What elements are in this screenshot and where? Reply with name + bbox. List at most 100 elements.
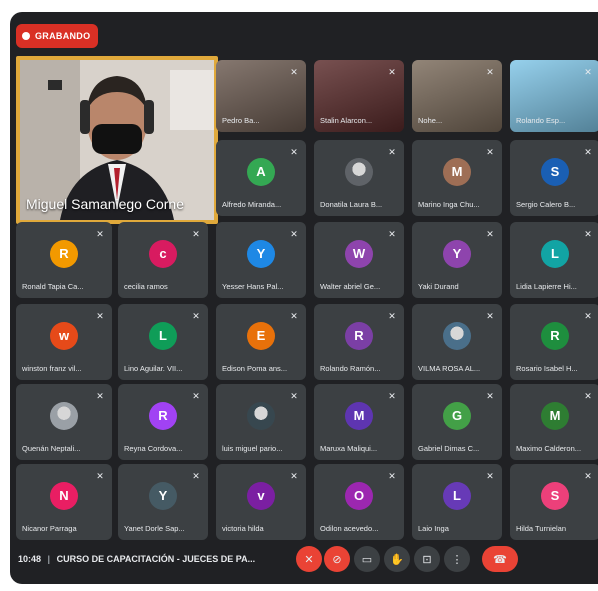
participant-tile[interactable]: ✕ luis miguel pario... <box>216 384 306 460</box>
end-call-icon: ☎ <box>493 553 507 566</box>
participant-video-tile[interactable]: ✕ Nohe... <box>412 60 502 132</box>
participant-name: VILMA ROSA AL... <box>418 364 481 373</box>
mic-muted-icon: ✕ <box>192 471 200 481</box>
participant-name: Gabriel Dimas C... <box>418 444 480 453</box>
participant-name: Lidia Lapierre Hi... <box>516 282 577 291</box>
mic-muted-icon: ✕ <box>290 229 298 239</box>
participant-avatar: A <box>247 157 275 186</box>
mic-muted-icon: ✕ <box>486 67 494 77</box>
participant-name: Rosario Isabel H... <box>516 364 578 373</box>
participant-tile[interactable]: ✕ L Lidia Lapierre Hi... <box>510 222 598 298</box>
participant-name: Quenán Neptali... <box>22 444 81 453</box>
participant-name: Walter abriel Ge... <box>320 282 381 291</box>
participant-avatar: S <box>541 481 569 510</box>
more-options-button[interactable]: ⋮ <box>444 546 470 572</box>
mic-muted-icon: ✕ <box>486 471 494 481</box>
participant-tile[interactable]: ✕ M Marino Inga Chu... <box>412 140 502 216</box>
participant-name: Yaki Durand <box>418 282 459 291</box>
participant-avatar: S <box>541 157 569 186</box>
mic-muted-icon: ✕ <box>192 311 200 321</box>
participant-name: winston franz vil... <box>22 364 82 373</box>
participant-tile[interactable]: ✕ w winston franz vil... <box>16 304 112 380</box>
mic-muted-icon: ✕ <box>388 471 396 481</box>
participant-tile[interactable]: ✕ Donatila Laura B... <box>314 140 404 216</box>
participant-avatar: R <box>345 321 373 350</box>
mic-muted-icon: ✕ <box>584 67 592 77</box>
mic-off-button[interactable]: ✕ <box>296 546 322 572</box>
mic-muted-icon: ✕ <box>388 391 396 401</box>
participant-tile[interactable]: ✕ c cecilia ramos <box>118 222 208 298</box>
participant-name: Maximo Calderon... <box>516 444 582 453</box>
mic-muted-icon: ✕ <box>486 229 494 239</box>
participant-avatar: L <box>443 481 471 510</box>
participant-avatar: N <box>50 481 78 510</box>
featured-speaker-tile[interactable]: Miguel Samaniego Corne <box>16 56 218 224</box>
captions-button[interactable]: ▭ <box>354 546 380 572</box>
participant-tile[interactable]: ✕ M Maruxa Maliqui... <box>314 384 404 460</box>
participant-photo <box>247 401 275 430</box>
participant-name: Yesser Hans Pal... <box>222 282 284 291</box>
participant-tile[interactable]: ✕ R Rosario Isabel H... <box>510 304 598 380</box>
participant-tile[interactable]: ✕ M Maximo Calderon... <box>510 384 598 460</box>
participant-avatar: R <box>50 239 78 268</box>
participant-tile[interactable]: ✕ E Edison Poma ans... <box>216 304 306 380</box>
mic-muted-icon: ✕ <box>192 391 200 401</box>
participant-avatar: M <box>345 401 373 430</box>
participant-video-tile[interactable]: ✕ Pedro Ba... <box>216 60 306 132</box>
mic-muted-icon: ✕ <box>388 311 396 321</box>
mic-muted-icon: ✕ <box>388 147 396 157</box>
participant-tile[interactable]: ✕ L Lino Aguilar. VII... <box>118 304 208 380</box>
participant-name: Rolando Ramón... <box>320 364 381 373</box>
participant-avatar: L <box>149 321 177 350</box>
meeting-info: 10:48 | CURSO DE CAPACITACIÓN - JUECES D… <box>18 554 255 564</box>
mic-muted-icon: ✕ <box>290 471 298 481</box>
camera-off-button[interactable]: ⊘ <box>324 546 350 572</box>
participant-tile[interactable]: ✕ Y Yaki Durand <box>412 222 502 298</box>
participant-tile[interactable]: ✕ VILMA ROSA AL... <box>412 304 502 380</box>
raise-hand-button[interactable]: ✋ <box>384 546 410 572</box>
present-icon: ⊡ <box>422 553 432 566</box>
present-button[interactable]: ⊡ <box>414 546 440 572</box>
mic-muted-icon: ✕ <box>584 147 592 157</box>
participant-avatar: E <box>247 321 275 350</box>
meet-window: GRABANDO Miguel Samaniego Corne ✕ Pedro B… <box>10 12 598 584</box>
mic-muted-icon: ✕ <box>96 311 104 321</box>
participant-tile[interactable]: ✕ A Alfredo Miranda... <box>216 140 306 216</box>
mic-muted-icon: ✕ <box>584 471 592 481</box>
participant-photo <box>50 401 78 430</box>
participant-tile[interactable]: ✕ W Walter abriel Ge... <box>314 222 404 298</box>
participant-name: Maruxa Maliqui... <box>320 444 378 453</box>
participant-tile[interactable]: ✕ L Laio Inga <box>412 464 502 540</box>
participant-tile[interactable]: ✕ S Sergio Calero B... <box>510 140 598 216</box>
participant-video-tile[interactable]: ✕ Rolando Esp... <box>510 60 598 132</box>
mic-muted-icon: ✕ <box>486 147 494 157</box>
participant-tile[interactable]: ✕ O Odilon acevedo... <box>314 464 404 540</box>
participant-video-tile[interactable]: ✕ Stalin Alarcon... <box>314 60 404 132</box>
participant-tile[interactable]: ✕ G Gabriel Dimas C... <box>412 384 502 460</box>
participant-tile[interactable]: ✕ S Hilda Turnielan <box>510 464 598 540</box>
participant-tile[interactable]: ✕ Y Yesser Hans Pal... <box>216 222 306 298</box>
mic-muted-icon: ✕ <box>96 471 104 481</box>
participant-avatar: Y <box>443 239 471 268</box>
participant-tile[interactable]: ✕ Quenán Neptali... <box>16 384 112 460</box>
participant-tile[interactable]: ✕ v victoria hilda <box>216 464 306 540</box>
participant-name: cecilia ramos <box>124 282 168 291</box>
participant-tile[interactable]: ✕ R Rolando Ramón... <box>314 304 404 380</box>
mic-muted-icon: ✕ <box>290 67 298 77</box>
mic-muted-icon: ✕ <box>388 67 396 77</box>
participant-tile[interactable]: ✕ N Nicanor Parraga <box>16 464 112 540</box>
participant-name: Rolando Esp... <box>516 116 566 125</box>
participant-avatar: W <box>345 239 373 268</box>
participant-photo <box>443 321 471 350</box>
participant-name: Stalin Alarcon... <box>320 116 373 125</box>
participant-avatar: G <box>443 401 471 430</box>
mic-muted-icon: ✕ <box>388 229 396 239</box>
participant-name: Ronald Tapia Ca... <box>22 282 84 291</box>
participant-tile[interactable]: ✕ R Ronald Tapia Ca... <box>16 222 112 298</box>
participant-tile[interactable]: ✕ R Reyna Cordova... <box>118 384 208 460</box>
participant-name: Yanet Dorle Sap... <box>124 524 185 533</box>
participant-name: Alfredo Miranda... <box>222 200 282 209</box>
participant-tile[interactable]: ✕ Y Yanet Dorle Sap... <box>118 464 208 540</box>
end-call-button[interactable]: ☎ <box>482 546 518 572</box>
participant-name: Reyna Cordova... <box>124 444 183 453</box>
